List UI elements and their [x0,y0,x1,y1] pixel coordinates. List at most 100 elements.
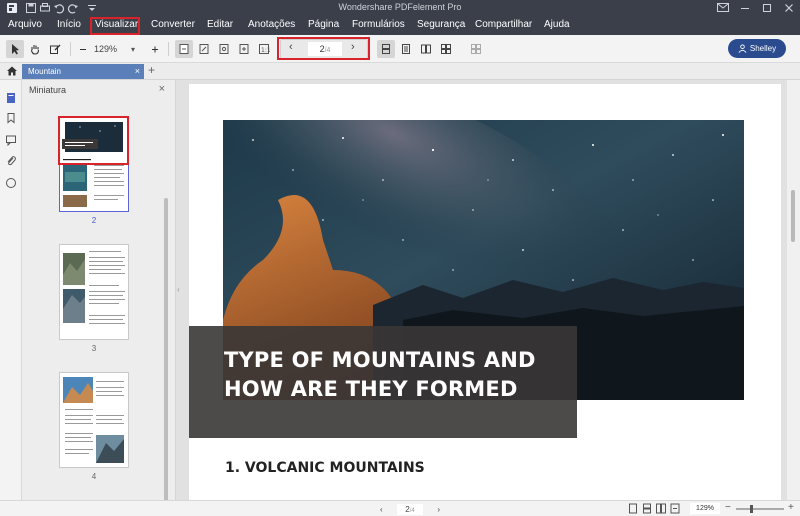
tab-mountain-label: Mountain [28,67,61,76]
thumbnail-page-2-number: 2 [91,216,97,225]
collapse-panel-icon[interactable]: ‹ [177,285,180,294]
thumbnails-panel: Miniatura × 2 3 4 [22,80,176,516]
user-account-button[interactable]: Shelley [728,39,786,58]
continuous-status-icon[interactable] [642,503,652,516]
menu-converter[interactable]: Converter [151,19,195,30]
thumb-text-line [89,261,123,262]
zoom-slider-knob[interactable] [750,505,753,513]
status-bar: ‹ 2/4 › 129% − + [0,500,800,516]
thumbnails-panel-icon[interactable] [5,92,17,104]
page-nav-highlight-box [277,37,370,60]
fit-actual-size-icon[interactable] [175,40,193,58]
thumb-text-line [65,449,93,450]
status-prev-page-button[interactable]: ‹ [380,505,383,514]
status-zoom-in-button[interactable]: + [788,502,794,513]
zoom-slider[interactable] [736,505,784,513]
single-page-status-icon[interactable] [628,503,638,516]
menu-formularios[interactable]: Formulários [352,19,405,30]
grid-view-icon[interactable] [467,40,485,58]
zoom-in-icon[interactable] [146,40,164,58]
thumb-text-line [65,419,91,420]
tab-mountain[interactable]: Mountain × [22,64,144,79]
two-page-continuous-icon[interactable] [437,40,455,58]
thumb-text-line [89,295,123,296]
home-icon[interactable] [6,65,18,80]
thumb-text-line [94,199,118,200]
edit-tool-icon[interactable] [46,40,64,58]
panel-splitter[interactable]: ‹ [176,80,187,500]
menu-pagina[interactable]: Página [308,19,339,30]
comment-icon[interactable] [5,134,17,147]
thumb-text-line [94,173,124,174]
status-page-input[interactable]: 2/4 [397,503,423,515]
document-scrollbar-thumb[interactable] [791,190,795,242]
thumb-text-line [96,419,122,420]
maximize-button[interactable] [756,0,778,16]
attachment-icon[interactable] [5,155,17,167]
menu-inicio[interactable]: Início [57,19,81,30]
thumb-text-line [89,273,125,274]
menu-arquivo[interactable]: Arquivo [8,19,42,30]
thumb-text-line [89,303,119,304]
thumb-text-line [94,185,124,186]
menu-ajuda[interactable]: Ajuda [544,19,570,30]
actual-size-icon[interactable]: 1:1 [255,40,273,58]
zoom-dropdown[interactable]: 129% ▾ [94,41,138,57]
thumb-text-line [96,391,122,392]
mail-icon[interactable] [712,0,734,16]
hand-tool-icon[interactable] [26,40,44,58]
document-headline: TYPE OF MOUNTAINS AND HOW ARE THEY FORME… [224,348,536,401]
panel-close-button[interactable]: × [159,83,165,95]
status-zoom-value[interactable]: 129% [690,503,720,514]
thumb-text-line [96,387,124,388]
thumb-text-line [89,299,125,300]
bookmark-icon[interactable] [5,112,17,124]
document-viewport: TYPE OF MOUNTAINS AND HOW ARE THEY FORME… [187,80,787,500]
thumb-text-line [89,265,125,266]
fit-page-icon[interactable] [195,40,213,58]
document-scrollbar[interactable] [787,80,800,500]
menu-seguranca[interactable]: Segurança [417,19,465,30]
two-page-view-icon[interactable] [417,40,435,58]
thumbnail-page-3[interactable] [59,244,129,340]
thumb-text-line [96,423,124,424]
menu-bar: Arquivo Início Visualizar Converter Edit… [0,16,800,35]
search-panel-icon[interactable] [5,177,17,189]
document-page: TYPE OF MOUNTAINS AND HOW ARE THEY FORME… [189,84,781,500]
user-icon [738,44,747,53]
thumb-text-line [65,453,89,454]
toolbar-separator [70,42,71,56]
zoom-value: 129% [94,44,118,54]
single-page-view-icon[interactable] [377,40,395,58]
fit-visible-icon[interactable] [235,40,253,58]
menu-compartilhar[interactable]: Compartilhar [475,19,532,30]
thumbnail-page-4-number: 4 [91,472,97,481]
thumbnail-page-3-number: 3 [91,344,97,353]
continuous-view-icon[interactable] [397,40,415,58]
add-tab-button[interactable]: + [148,63,155,77]
status-zoom-out-button[interactable]: − [725,502,731,513]
fit-width-status-icon[interactable] [670,503,680,516]
thumb-text-line [65,415,93,416]
status-page-navigator: ‹ 2/4 › [380,503,440,515]
user-name: Shelley [749,44,777,53]
menu-editar[interactable]: Editar [207,19,233,30]
status-next-page-button[interactable]: › [437,505,440,514]
thumbnails-scrollbar[interactable] [164,198,168,510]
document-tabs: Mountain × + [0,63,800,80]
thumb-text-line [94,169,122,170]
thumb-text-line [94,195,124,196]
thumb-text-line [65,423,93,424]
title-bar: Wondershare PDFelement Pro [0,0,800,16]
thumb-text-line [89,315,125,316]
thumb-text-line [89,319,123,320]
zoom-out-icon[interactable] [74,40,92,58]
two-page-status-icon[interactable] [656,503,666,516]
fit-width-icon[interactable] [215,40,233,58]
thumbnail-page-4[interactable] [59,372,129,468]
tab-close-icon[interactable]: × [135,64,140,79]
minimize-button[interactable] [734,0,756,16]
select-tool-icon[interactable] [6,40,24,58]
menu-anotacoes[interactable]: Anotações [248,19,295,30]
close-button[interactable] [778,0,800,16]
